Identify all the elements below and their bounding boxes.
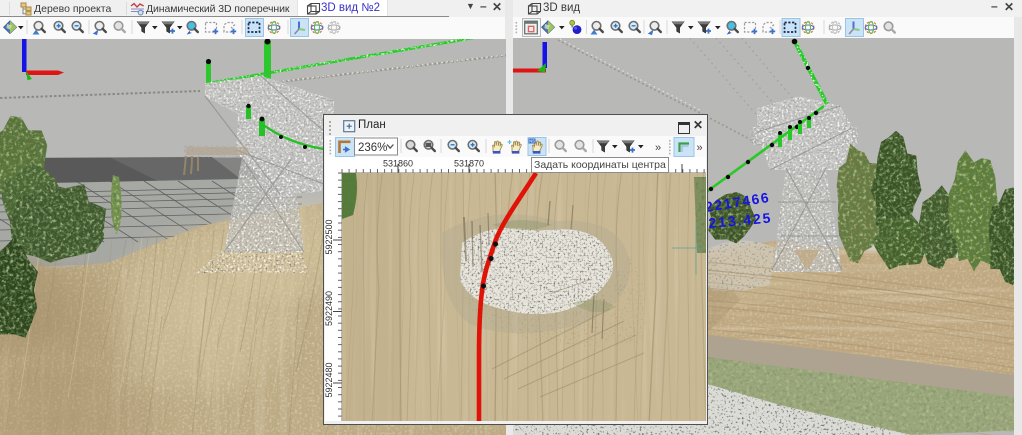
svg-text:»: »: [697, 142, 703, 154]
svg-text:NS: NS: [529, 139, 535, 144]
svg-text:»: »: [655, 142, 661, 154]
svg-text:5922500: 5922500: [325, 219, 334, 254]
svg-text:5922490: 5922490: [325, 291, 334, 326]
svg-text:531870: 531870: [454, 159, 484, 169]
svg-text:531860: 531860: [383, 159, 413, 169]
svg-text:236%: 236%: [358, 142, 387, 154]
svg-text:5922480: 5922480: [325, 362, 334, 397]
